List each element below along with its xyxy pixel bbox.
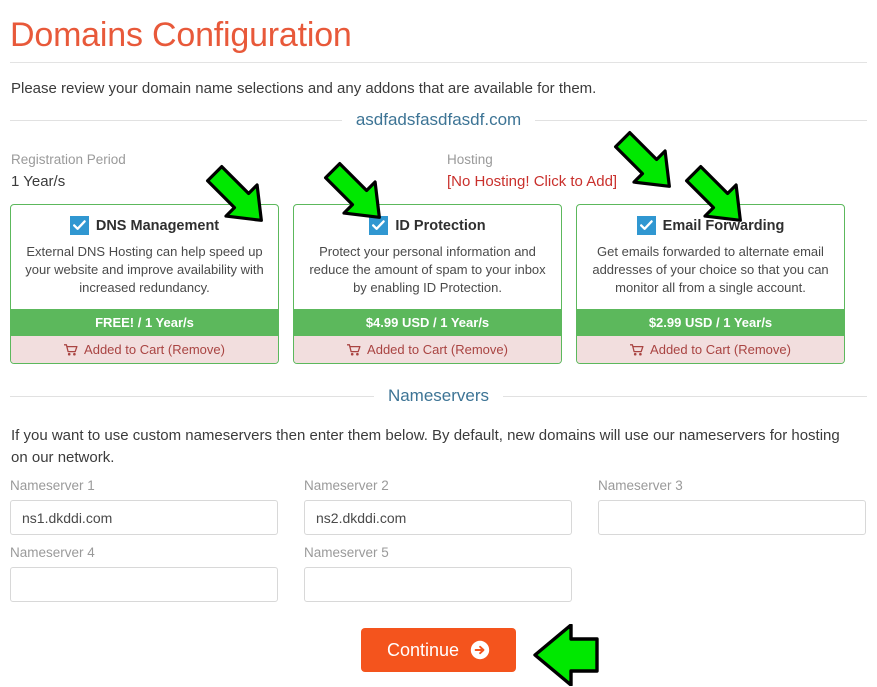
continue-button-row: Continue [0,628,877,672]
addon-price: FREE! / 1 Year/s [11,309,278,336]
continue-button-label: Continue [386,640,460,660]
addon-description: Get emails forwarded to alternate email … [592,244,829,295]
shopping-cart-icon [64,343,78,356]
checkbox-checked-icon[interactable] [369,216,389,235]
addon-card-body: ID Protection Protect your personal info… [294,205,561,309]
addon-remove-from-cart-button[interactable]: Added to Cart (Remove) [577,336,844,363]
registration-period-value: 1 Year/s [11,173,66,190]
addon-price: $2.99 USD / 1 Year/s [577,309,844,336]
nameserver-2-label: Nameserver 2 [304,478,389,493]
hosting-block: Hosting [No Hosting! Click to Add] [447,151,617,193]
nameserver-4-input[interactable] [10,567,278,602]
addon-remove-from-cart-button[interactable]: Added to Cart (Remove) [11,336,278,363]
arrow-right-circle-icon [470,640,490,660]
hosting-label: Hosting [447,152,493,167]
nameserver-5-input[interactable] [304,567,572,602]
addon-title: ID Protection [395,217,486,234]
addon-title: Email Forwarding [662,217,785,234]
addon-cart-label: Added to Cart (Remove) [84,342,225,357]
nameserver-3-input[interactable] [598,500,866,535]
registration-period-block: Registration Period 1 Year/s [11,151,126,193]
nameservers-heading: Nameservers [10,386,867,406]
continue-button[interactable]: Continue [360,628,517,672]
divider-rule-right [535,119,867,121]
add-hosting-link[interactable]: [No Hosting! Click to Add] [447,171,617,193]
nameserver-1-input[interactable] [10,500,278,535]
nameserver-2-field: Nameserver 2 [304,476,572,535]
addon-card-dns-management[interactable]: DNS Management External DNS Hosting can … [10,204,279,364]
nameserver-5-field: Nameserver 5 [304,543,572,602]
shopping-cart-icon [630,343,644,356]
intro-text: Please review your domain name selection… [11,80,597,97]
page-title: Domains Configuration [10,16,352,54]
domain-name-label: asdfadsfasdfasdf.com [355,110,522,129]
addon-description: Protect your personal information and re… [309,244,546,295]
addon-card-header: ID Protection [307,216,548,235]
addon-cart-label: Added to Cart (Remove) [367,342,508,357]
nameserver-1-label: Nameserver 1 [10,478,95,493]
addon-title: DNS Management [95,217,220,234]
title-divider [10,62,867,63]
nameserver-fields: Nameserver 1 Nameserver 2 Nameserver 3 N… [10,476,867,610]
nameserver-1-field: Nameserver 1 [10,476,278,535]
nameserver-3-field: Nameserver 3 [598,476,866,535]
addon-remove-from-cart-button[interactable]: Added to Cart (Remove) [294,336,561,363]
addon-cart-label: Added to Cart (Remove) [650,342,791,357]
nameserver-4-label: Nameserver 4 [10,545,95,560]
nameserver-3-label: Nameserver 3 [598,478,683,493]
nameserver-2-input[interactable] [304,500,572,535]
nameservers-intro-text: If you want to use custom nameservers th… [11,427,840,466]
divider-rule-left [10,395,374,397]
domains-configuration-page: Domains Configuration Please review your… [0,0,877,687]
addon-card-header: Email Forwarding [590,216,831,235]
checkbox-checked-icon[interactable] [636,216,656,235]
addon-description: External DNS Hosting can help speed up y… [25,244,264,295]
addon-card-id-protection[interactable]: ID Protection Protect your personal info… [293,204,562,364]
divider-rule-right [503,395,867,397]
nameserver-4-field: Nameserver 4 [10,543,278,602]
addon-card-email-forwarding[interactable]: Email Forwarding Get emails forwarded to… [576,204,845,364]
nameserver-5-label: Nameserver 5 [304,545,389,560]
addon-card-list: DNS Management External DNS Hosting can … [10,204,867,364]
domain-name-heading: asdfadsfasdfasdf.com [10,110,867,130]
addon-card-header: DNS Management [24,216,265,235]
registration-period-label: Registration Period [11,152,126,167]
addon-card-body: DNS Management External DNS Hosting can … [11,205,278,309]
nameservers-heading-label: Nameservers [387,386,490,405]
divider-rule-left [10,119,342,121]
shopping-cart-icon [347,343,361,356]
annotation-arrow-no-hosting [613,130,671,188]
addon-price: $4.99 USD / 1 Year/s [294,309,561,336]
addon-card-body: Email Forwarding Get emails forwarded to… [577,205,844,309]
checkbox-checked-icon[interactable] [69,216,89,235]
